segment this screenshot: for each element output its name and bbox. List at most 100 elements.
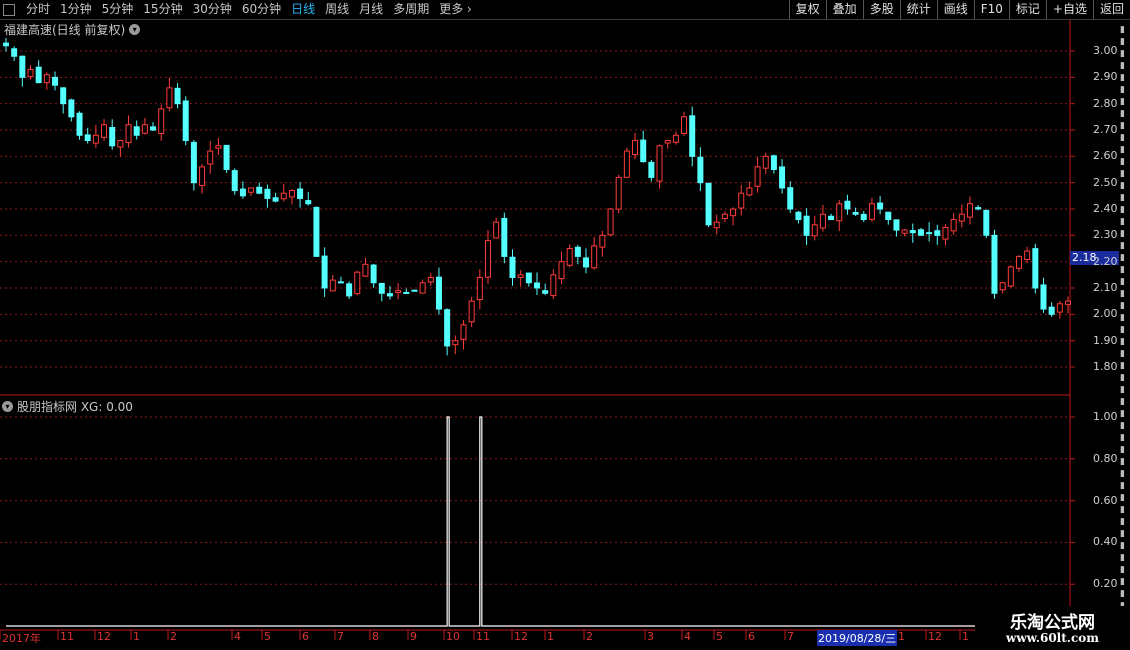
side-glyph: ▮	[1120, 325, 1125, 335]
xg-signal-line	[6, 416, 1068, 627]
cursor-date: 2019/08/28/三	[817, 630, 898, 646]
watermark-title: 乐淘公式网	[1010, 613, 1095, 633]
y-tick-label: 2.80	[1093, 96, 1118, 110]
y-tick-label: 2.30	[1093, 228, 1118, 242]
candle-body	[501, 217, 508, 257]
side-glyph: ▮	[1120, 205, 1125, 215]
candle-body	[983, 209, 990, 236]
candle-body	[419, 282, 426, 294]
candle-body	[787, 187, 794, 210]
indicator-title: ▾ 股朋指标网 XG: 0.00	[2, 398, 133, 415]
side-glyph: ▮	[1120, 517, 1125, 527]
y-tick-label: 1.80	[1093, 360, 1118, 373]
side-glyph: ▮	[1120, 145, 1125, 155]
candle-body	[746, 187, 753, 196]
side-glyph: ▮	[1120, 37, 1125, 47]
candle-body	[681, 116, 688, 134]
candle-body	[288, 190, 295, 198]
candle-body	[697, 156, 704, 184]
side-glyph: ▮	[1120, 289, 1125, 299]
chevron-down-icon[interactable]: ▾	[129, 24, 141, 35]
side-glyph: ▮	[1120, 157, 1125, 167]
side-panel-strip[interactable]: ▮ ▮ ▮ ▮ ▮ ▮ ▮ ▮ ▮ ▮ ▮ ▮ ▮ ▮ ▮ ▮ ▮ ▮ ▮ ▮ ▮ ▮ ▮ ▮ ▮ ▮ ▮ ▮ ▮ ▮ ▮ ▮ ▮ ▮ ▮ ▮ ▮ ▮ ▮ ▮…	[1119, 20, 1130, 630]
side-glyph: ▮	[1120, 553, 1125, 563]
time-label: 4	[234, 630, 241, 643]
candle-body	[1015, 255, 1022, 269]
candle-body	[158, 108, 165, 135]
side-glyph: ▮	[1120, 229, 1125, 239]
candle-body	[926, 232, 933, 235]
candle-body	[640, 139, 647, 163]
time-label: 9	[410, 630, 417, 643]
side-glyph: ▮	[1120, 445, 1125, 455]
time-label: 6	[748, 630, 755, 643]
candle-body	[313, 206, 320, 257]
side-glyph: ▮	[1120, 541, 1125, 551]
candle-body	[305, 200, 312, 205]
side-glyph: ▮	[1120, 25, 1125, 35]
candle-body	[975, 207, 982, 210]
candle-body	[321, 255, 328, 289]
candle-body	[803, 215, 810, 236]
candle-body	[632, 140, 639, 156]
candle-body	[648, 161, 655, 178]
candle-body	[754, 166, 761, 187]
candle-body	[84, 134, 91, 142]
side-glyph: ▮	[1120, 241, 1125, 251]
side-glyph: ▮	[1120, 49, 1125, 59]
time-label: 1	[962, 630, 969, 643]
candle-body	[795, 211, 802, 221]
candle-body	[256, 186, 263, 194]
time-label: 5	[716, 630, 723, 643]
side-glyph: ▮	[1120, 409, 1125, 419]
candle-body	[19, 55, 26, 78]
candle-body	[811, 224, 818, 237]
candle-body	[444, 309, 451, 347]
candle-body	[623, 150, 630, 178]
chart-canvas[interactable]	[0, 0, 1130, 650]
candle-body	[877, 202, 884, 210]
candle-body	[730, 208, 737, 217]
candle-body	[656, 145, 663, 182]
time-label: 7	[337, 630, 344, 643]
side-glyph: ▮	[1120, 433, 1125, 443]
candle-body	[395, 290, 402, 294]
side-glyph: ▮	[1120, 301, 1125, 311]
candle-body	[615, 176, 622, 210]
candle-body	[27, 68, 34, 78]
indicator-tick-label: 0.60	[1093, 493, 1118, 507]
candle-body	[190, 141, 197, 184]
candle-body	[493, 221, 500, 239]
candle-body	[542, 290, 549, 294]
candle-body	[721, 213, 728, 219]
side-glyph: ▮	[1120, 277, 1125, 287]
side-glyph: ▮	[1120, 85, 1125, 95]
candle-body	[525, 272, 532, 284]
candle-body	[517, 274, 524, 278]
candle-body	[1040, 284, 1047, 310]
indicator-label: 股朋指标网 XG: 0.00	[17, 400, 133, 414]
chevron-down-icon[interactable]: ▾	[2, 401, 13, 412]
side-glyph: ▮	[1120, 385, 1125, 395]
y-tick-label: 2.10	[1093, 281, 1118, 294]
candle-body	[35, 66, 42, 84]
candle-body	[11, 48, 18, 57]
candle-body	[844, 200, 851, 210]
candle-body	[599, 234, 606, 248]
candle-body	[199, 166, 206, 187]
candle-body	[738, 192, 745, 209]
side-glyph: ▮	[1120, 421, 1125, 431]
candle-body	[1007, 266, 1014, 287]
candle-body	[991, 234, 998, 294]
candle-body	[109, 126, 116, 147]
y-tick-label: 2.90	[1093, 70, 1118, 84]
candle-body	[1032, 248, 1039, 289]
y-tick-label: 2.70	[1093, 123, 1118, 136]
time-label: 11	[476, 630, 490, 643]
side-glyph: ▮	[1120, 253, 1125, 263]
candle-body	[362, 263, 369, 277]
side-glyph: ▮	[1120, 313, 1125, 323]
candle-body	[403, 291, 410, 294]
side-glyph: ▮	[1120, 577, 1125, 587]
candle-body	[386, 293, 393, 297]
